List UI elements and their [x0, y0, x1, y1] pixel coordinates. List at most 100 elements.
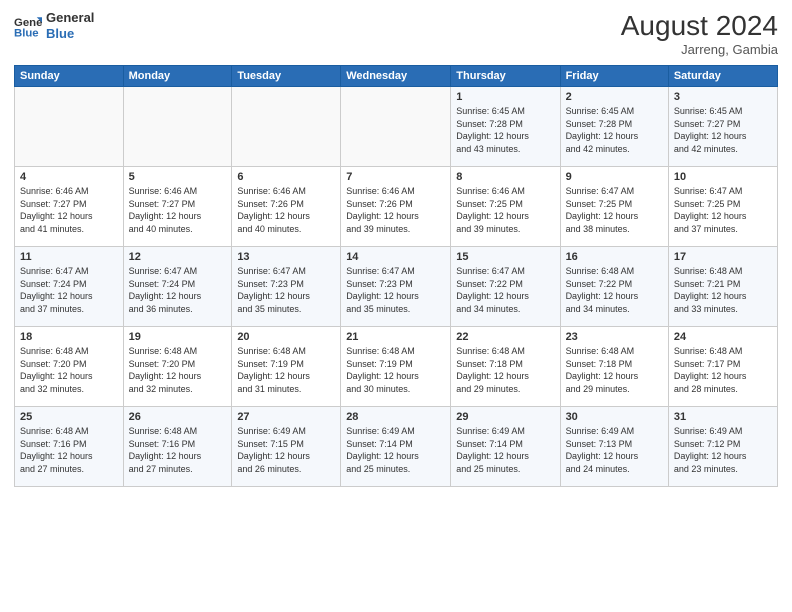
day-info: Sunrise: 6:46 AM Sunset: 7:27 PM Dayligh…	[129, 185, 227, 235]
calendar-cell: 25 Sunrise: 6:48 AM Sunset: 7:16 PM Dayli…	[15, 407, 124, 487]
day-number: 25	[20, 411, 118, 423]
day-info: Sunrise: 6:49 AM Sunset: 7:12 PM Dayligh…	[674, 425, 772, 475]
calendar-cell: 11Sunrise: 6:47 AM Sunset: 7:24 PM Dayli…	[15, 247, 124, 327]
day-info: Sunrise: 6:48 AM Sunset: 7:20 PM Dayligh…	[129, 345, 227, 395]
day-number: 11	[20, 251, 118, 263]
calendar-cell: 9 Sunrise: 6:47 AM Sunset: 7:25 PM Daylig…	[560, 167, 668, 247]
logo: General Blue General Blue	[14, 10, 94, 41]
day-number: 3	[674, 91, 772, 103]
day-number: 9	[566, 171, 663, 183]
svg-text:Blue: Blue	[14, 27, 39, 39]
calendar-cell: 18 Sunrise: 6:48 AM Sunset: 7:20 PM Dayli…	[15, 327, 124, 407]
day-number: 30	[566, 411, 663, 423]
calendar-cell: 4 Sunrise: 6:46 AM Sunset: 7:27 PM Daylig…	[15, 167, 124, 247]
day-info: Sunrise: 6:47 AM Sunset: 7:23 PM Dayligh…	[237, 265, 335, 315]
day-number: 7	[346, 171, 445, 183]
day-info: Sunrise: 6:49 AM Sunset: 7:15 PM Dayligh…	[237, 425, 335, 475]
calendar-cell: 22 Sunrise: 6:48 AM Sunset: 7:18 PM Dayli…	[451, 327, 560, 407]
day-info: Sunrise: 6:45 AM Sunset: 7:28 PM Dayligh…	[456, 105, 554, 155]
page-header: General Blue General Blue August 2024 Ja…	[14, 10, 778, 57]
calendar-table: Sunday Monday Tuesday Wednesday Thursday…	[14, 65, 778, 487]
calendar-cell: 27 Sunrise: 6:49 AM Sunset: 7:15 PM Dayli…	[232, 407, 341, 487]
day-number: 16	[566, 251, 663, 263]
calendar-cell: 29 Sunrise: 6:49 AM Sunset: 7:14 PM Dayli…	[451, 407, 560, 487]
day-number: 20	[237, 331, 335, 343]
day-info: Sunrise: 6:47 AM Sunset: 7:24 PM Dayligh…	[129, 265, 227, 315]
day-info: Sunrise: 6:48 AM Sunset: 7:18 PM Dayligh…	[566, 345, 663, 395]
day-info: Sunrise: 6:47 AM Sunset: 7:25 PM Dayligh…	[566, 185, 663, 235]
day-info: Sunrise: 6:47 AM Sunset: 7:25 PM Dayligh…	[674, 185, 772, 235]
calendar-cell: 31Sunrise: 6:49 AM Sunset: 7:12 PM Dayli…	[668, 407, 777, 487]
page-container: General Blue General Blue August 2024 Ja…	[0, 0, 792, 612]
day-number: 27	[237, 411, 335, 423]
col-wednesday: Wednesday	[341, 66, 451, 87]
day-info: Sunrise: 6:45 AM Sunset: 7:28 PM Dayligh…	[566, 105, 663, 155]
calendar-cell: 19Sunrise: 6:48 AM Sunset: 7:20 PM Dayli…	[123, 327, 232, 407]
calendar-cell: 23Sunrise: 6:48 AM Sunset: 7:18 PM Dayli…	[560, 327, 668, 407]
calendar-cell: 13 Sunrise: 6:47 AM Sunset: 7:23 PM Dayli…	[232, 247, 341, 327]
logo-general: General	[46, 10, 94, 26]
calendar-cell: 20 Sunrise: 6:48 AM Sunset: 7:19 PM Dayli…	[232, 327, 341, 407]
calendar-cell: 30 Sunrise: 6:49 AM Sunset: 7:13 PM Dayli…	[560, 407, 668, 487]
calendar-week-row: 4 Sunrise: 6:46 AM Sunset: 7:27 PM Daylig…	[15, 167, 778, 247]
location-subtitle: Jarreng, Gambia	[621, 42, 778, 57]
calendar-cell: 5Sunrise: 6:46 AM Sunset: 7:27 PM Daylig…	[123, 167, 232, 247]
day-info: Sunrise: 6:49 AM Sunset: 7:14 PM Dayligh…	[346, 425, 445, 475]
day-number: 22	[456, 331, 554, 343]
day-info: Sunrise: 6:49 AM Sunset: 7:14 PM Dayligh…	[456, 425, 554, 475]
day-info: Sunrise: 6:45 AM Sunset: 7:27 PM Dayligh…	[674, 105, 772, 155]
day-number: 12	[129, 251, 227, 263]
day-number: 17	[674, 251, 772, 263]
calendar-cell: 28 Sunrise: 6:49 AM Sunset: 7:14 PM Dayli…	[341, 407, 451, 487]
col-tuesday: Tuesday	[232, 66, 341, 87]
day-number: 2	[566, 91, 663, 103]
day-info: Sunrise: 6:48 AM Sunset: 7:20 PM Dayligh…	[20, 345, 118, 395]
calendar-week-row: 1 Sunrise: 6:45 AM Sunset: 7:28 PM Daylig…	[15, 87, 778, 167]
calendar-cell: 17 Sunrise: 6:48 AM Sunset: 7:21 PM Dayli…	[668, 247, 777, 327]
col-saturday: Saturday	[668, 66, 777, 87]
day-number: 26	[129, 411, 227, 423]
calendar-cell	[123, 87, 232, 167]
day-number: 4	[20, 171, 118, 183]
day-info: Sunrise: 6:48 AM Sunset: 7:18 PM Dayligh…	[456, 345, 554, 395]
calendar-cell	[232, 87, 341, 167]
calendar-cell: 15 Sunrise: 6:47 AM Sunset: 7:22 PM Dayli…	[451, 247, 560, 327]
day-info: Sunrise: 6:48 AM Sunset: 7:22 PM Dayligh…	[566, 265, 663, 315]
day-number: 28	[346, 411, 445, 423]
calendar-cell: 3 Sunrise: 6:45 AM Sunset: 7:27 PM Daylig…	[668, 87, 777, 167]
day-number: 18	[20, 331, 118, 343]
day-number: 29	[456, 411, 554, 423]
day-number: 14	[346, 251, 445, 263]
day-info: Sunrise: 6:47 AM Sunset: 7:22 PM Dayligh…	[456, 265, 554, 315]
calendar-week-row: 18 Sunrise: 6:48 AM Sunset: 7:20 PM Dayli…	[15, 327, 778, 407]
day-info: Sunrise: 6:47 AM Sunset: 7:23 PM Dayligh…	[346, 265, 445, 315]
day-info: Sunrise: 6:46 AM Sunset: 7:26 PM Dayligh…	[346, 185, 445, 235]
day-info: Sunrise: 6:49 AM Sunset: 7:13 PM Dayligh…	[566, 425, 663, 475]
day-info: Sunrise: 6:48 AM Sunset: 7:21 PM Dayligh…	[674, 265, 772, 315]
calendar-cell: 6Sunrise: 6:46 AM Sunset: 7:26 PM Daylig…	[232, 167, 341, 247]
calendar-week-row: 25 Sunrise: 6:48 AM Sunset: 7:16 PM Dayli…	[15, 407, 778, 487]
calendar-week-row: 11 Sunrise: 6:47 AM Sunset: 7:24 PM Dayli…	[15, 247, 778, 327]
calendar-cell: 21 Sunrise: 6:48 AM Sunset: 7:19 PM Dayli…	[341, 327, 451, 407]
day-number: 1	[456, 91, 554, 103]
day-info: Sunrise: 6:46 AM Sunset: 7:27 PM Dayligh…	[20, 185, 118, 235]
month-year-title: August 2024	[621, 10, 778, 42]
calendar-cell	[15, 87, 124, 167]
day-number: 8	[456, 171, 554, 183]
day-info: Sunrise: 6:48 AM Sunset: 7:17 PM Dayligh…	[674, 345, 772, 395]
calendar-cell: 10Sunrise: 6:47 AM Sunset: 7:25 PM Dayli…	[668, 167, 777, 247]
day-info: Sunrise: 6:48 AM Sunset: 7:19 PM Dayligh…	[237, 345, 335, 395]
calendar-cell: 12 Sunrise: 6:47 AM Sunset: 7:24 PM Dayli…	[123, 247, 232, 327]
day-number: 21	[346, 331, 445, 343]
col-monday: Monday	[123, 66, 232, 87]
calendar-cell: 8Sunrise: 6:46 AM Sunset: 7:25 PM Daylig…	[451, 167, 560, 247]
day-number: 6	[237, 171, 335, 183]
day-info: Sunrise: 6:48 AM Sunset: 7:16 PM Dayligh…	[129, 425, 227, 475]
day-number: 13	[237, 251, 335, 263]
day-number: 15	[456, 251, 554, 263]
calendar-cell: 14 Sunrise: 6:47 AM Sunset: 7:23 PM Dayli…	[341, 247, 451, 327]
calendar-cell: 26 Sunrise: 6:48 AM Sunset: 7:16 PM Dayli…	[123, 407, 232, 487]
calendar-cell: 24Sunrise: 6:48 AM Sunset: 7:17 PM Dayli…	[668, 327, 777, 407]
day-info: Sunrise: 6:48 AM Sunset: 7:16 PM Dayligh…	[20, 425, 118, 475]
day-info: Sunrise: 6:48 AM Sunset: 7:19 PM Dayligh…	[346, 345, 445, 395]
